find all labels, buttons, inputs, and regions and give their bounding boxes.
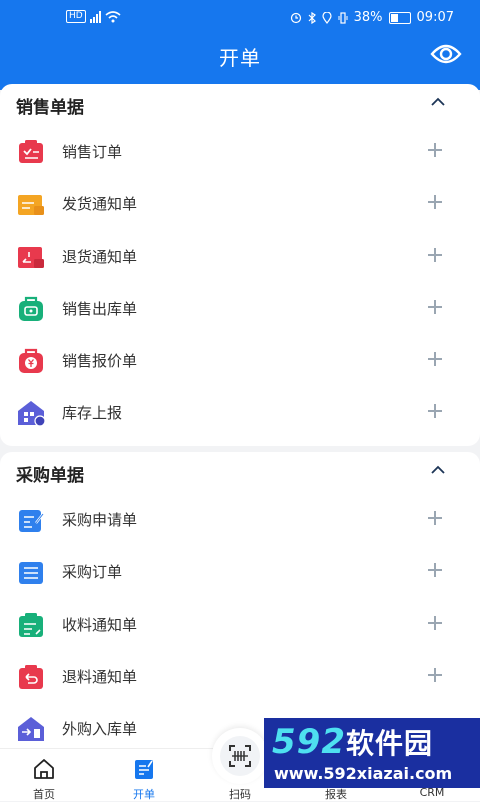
inventory-report-icon	[18, 401, 46, 428]
add-icon[interactable]	[428, 299, 442, 314]
scan-button[interactable]	[212, 728, 268, 784]
add-icon[interactable]	[428, 563, 442, 578]
purchase-inbound-icon	[18, 717, 44, 742]
add-icon[interactable]	[428, 511, 442, 525]
watermark-banner: 592软件园 www.592xiazai.com	[264, 718, 480, 788]
watermark-logo: 592软件园	[272, 722, 433, 762]
menu-item-label: 销售订单	[62, 143, 123, 161]
menu-item-purchase-order[interactable]: 采购订单	[0, 546, 480, 598]
menu-item-material-return[interactable]: 退料通知单	[0, 651, 480, 703]
menu-item-label: 收料通知单	[62, 615, 138, 634]
add-icon[interactable]	[428, 247, 442, 262]
sales-outbound-icon	[19, 296, 43, 321]
watermark-text: 软件园	[345, 727, 433, 760]
tab-home[interactable]: 首页	[4, 749, 84, 801]
section-header[interactable]: 销售单据	[0, 84, 480, 126]
purchase-request-icon	[19, 510, 44, 532]
material-return-icon	[19, 664, 43, 689]
alarm-icon	[290, 12, 301, 23]
scan-button-bg	[220, 736, 260, 776]
receiving-notice-icon	[19, 612, 43, 637]
purchase-order-icon	[19, 562, 43, 585]
add-icon[interactable]	[428, 195, 442, 210]
delivery-notice-icon	[18, 195, 44, 216]
chevron-up-icon[interactable]	[430, 96, 446, 108]
watermark-url: www.592xiazai.com	[274, 764, 453, 783]
menu-item-label: 销售报价单	[62, 352, 138, 371]
status-time: 09:07	[416, 10, 454, 25]
sales-order-icon	[19, 140, 43, 163]
vibrate-icon	[338, 11, 348, 24]
watermark-digits: 592	[272, 722, 346, 762]
sales-documents-section: 销售单据 销售订单 发货通知单 退货通知单 销售出库单 销售报价单 库存上报	[0, 84, 480, 446]
menu-item-purchase-request[interactable]: 采购申请单	[0, 494, 480, 546]
eye-icon[interactable]	[430, 40, 462, 68]
chevron-up-icon[interactable]	[430, 464, 446, 476]
nav-bar: 开单	[0, 38, 480, 78]
menu-item-inventory-report[interactable]: 库存上报	[0, 387, 480, 439]
menu-item-quotation[interactable]: 销售报价单	[0, 335, 480, 387]
menu-item-label: 采购订单	[62, 563, 123, 582]
menu-item-delivery-notice[interactable]: 发货通知单	[0, 178, 480, 230]
battery-icon	[388, 11, 411, 24]
menu-item-sales-outbound[interactable]: 销售出库单	[0, 283, 480, 335]
menu-item-label: 退货通知单	[62, 247, 138, 266]
battery-percent: 38%	[353, 10, 383, 25]
hd-badge: HD	[66, 10, 86, 23]
add-icon[interactable]	[428, 667, 442, 682]
location-icon	[322, 11, 332, 24]
menu-item-label: 销售出库单	[62, 299, 138, 318]
page-title: 开单	[219, 46, 261, 70]
menu-item-label: 采购申请单	[62, 511, 138, 529]
signal-icon	[89, 10, 101, 23]
add-icon[interactable]	[428, 352, 442, 367]
add-icon[interactable]	[428, 404, 442, 419]
section-title: 采购单据	[16, 466, 84, 486]
add-icon[interactable]	[428, 143, 442, 157]
section-title: 销售单据	[16, 98, 84, 118]
menu-item-return-notice[interactable]: 退货通知单	[0, 231, 480, 283]
bluetooth-icon	[308, 11, 316, 24]
purchase-documents-section: 采购单据 采购申请单 采购订单 收料通知单 退料通知单 外购入库单	[0, 452, 480, 762]
status-bar: HD 38% 09:07	[0, 8, 480, 32]
quotation-icon	[19, 349, 43, 374]
tab-order[interactable]: 开单	[104, 749, 184, 801]
add-icon[interactable]	[428, 615, 442, 630]
menu-item-label: 退料通知单	[62, 667, 138, 686]
menu-item-receiving-notice[interactable]: 收料通知单	[0, 599, 480, 651]
section-header[interactable]: 采购单据	[0, 452, 480, 494]
menu-item-sales-order[interactable]: 销售订单	[0, 126, 480, 178]
home-icon	[34, 759, 54, 779]
wifi-icon	[105, 10, 121, 22]
scan-icon	[229, 745, 251, 767]
menu-item-label: 库存上报	[62, 404, 123, 423]
menu-item-label: 发货通知单	[62, 195, 138, 214]
return-notice-icon	[18, 246, 44, 268]
order-icon	[135, 760, 153, 779]
menu-item-label: 外购入库单	[62, 720, 138, 739]
